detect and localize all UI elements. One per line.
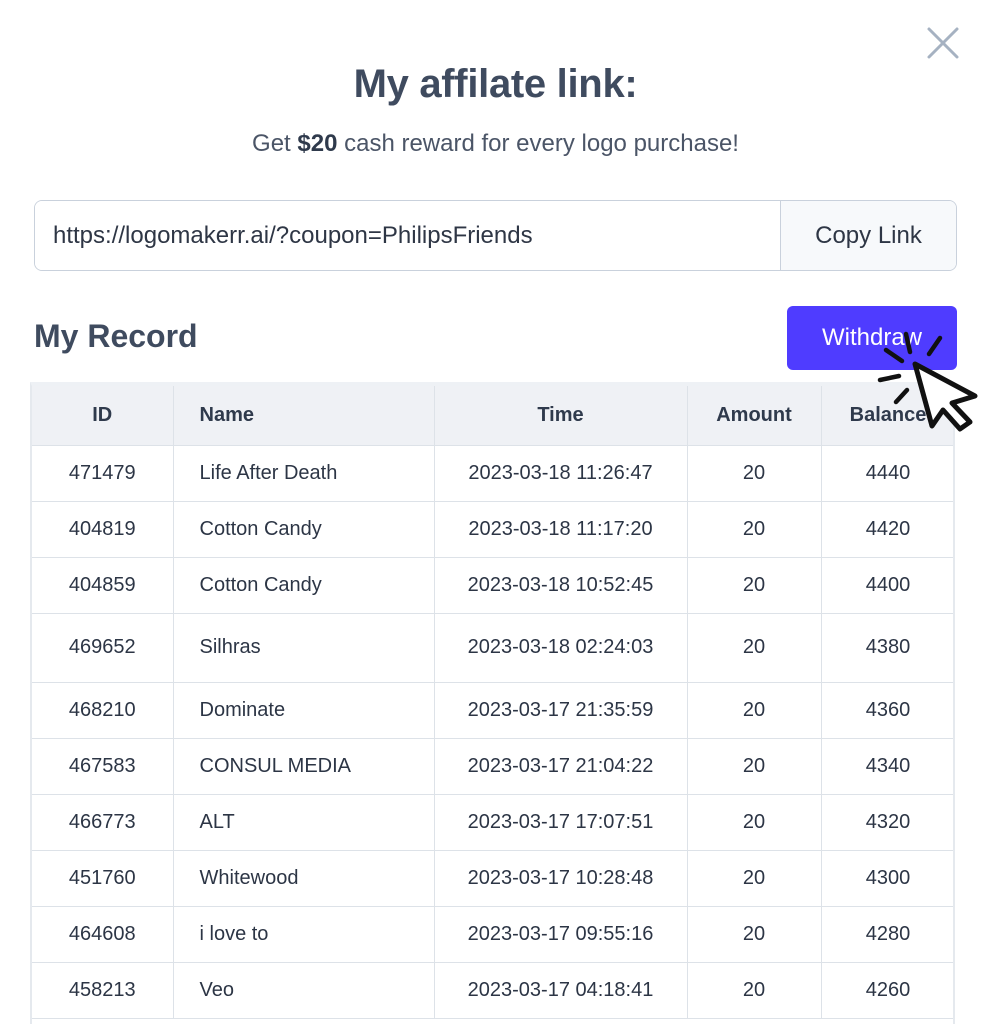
header-balance: Balance (821, 386, 953, 446)
cell-amount: 20 (687, 738, 822, 795)
cell-id: 467583 (32, 738, 174, 795)
cell-balance: 4380 (821, 613, 953, 683)
affiliate-link-input[interactable] (35, 201, 780, 270)
cell-time: 2023-03-17 10:28:48 (434, 850, 688, 907)
table-row: 466773 ALT 2023-03-17 17:07:51 20 4320 (32, 794, 953, 851)
cell-time: 2023-03-17 21:04:22 (434, 738, 688, 795)
cell-time: 2023-03-18 10:52:45 (434, 557, 688, 614)
records-table-container[interactable]: ID Name Time Amount Balance 471479 Life … (30, 382, 955, 1024)
cell-time: 2023-03-17 04:18:41 (434, 962, 688, 1019)
cell-amount: 20 (687, 794, 822, 851)
subtitle-prefix: Get (252, 130, 298, 157)
cell-id: 468210 (32, 682, 174, 739)
table-row: 404819 Cotton Candy 2023-03-18 11:17:20 … (32, 501, 953, 558)
cell-balance: 4340 (821, 738, 953, 795)
cell-id: 466773 (32, 794, 174, 851)
cell-name: Veo (173, 962, 435, 1019)
cell-id: 404859 (32, 557, 174, 614)
cell-name: CONSUL MEDIA (173, 738, 435, 795)
header-time: Time (434, 386, 688, 446)
cell-id: 469652 (32, 613, 174, 683)
cell-amount: 20 (687, 906, 822, 963)
table-row: 451760 Whitewood 2023-03-17 10:28:48 20 … (32, 850, 953, 907)
cell-name: Dominate (173, 682, 435, 739)
modal-title: My affilate link: (353, 62, 638, 106)
table-row: 469652 Silhras 2023-03-18 02:24:03 20 43… (32, 613, 953, 683)
subtitle-suffix: cash reward for every logo purchase! (337, 130, 739, 157)
cell-amount: 20 (687, 613, 822, 683)
table-row: 471479 Life After Death 2023-03-18 11:26… (32, 445, 953, 502)
cell-amount: 20 (687, 850, 822, 907)
cell-balance: 4420 (821, 501, 953, 558)
cell-amount: 20 (687, 501, 822, 558)
reward-amount: $20 (297, 130, 338, 157)
cell-balance: 4300 (821, 850, 953, 907)
cell-time: 2023-03-17 09:55:16 (434, 906, 688, 963)
close-icon (927, 27, 959, 59)
withdraw-button[interactable]: Withdraw (787, 306, 957, 370)
close-button[interactable] (924, 24, 962, 62)
cell-name: Cotton Candy (173, 557, 435, 614)
header-amount: Amount (687, 386, 822, 446)
cell-time: 2023-03-18 11:17:20 (434, 501, 688, 558)
affiliate-link-box: Copy Link (34, 200, 957, 271)
records-table: ID Name Time Amount Balance 471479 Life … (32, 386, 953, 1019)
table-row: 467583 CONSUL MEDIA 2023-03-17 21:04:22 … (32, 738, 953, 795)
cell-time: 2023-03-17 17:07:51 (434, 794, 688, 851)
cell-amount: 20 (687, 557, 822, 614)
cell-id: 458213 (32, 962, 174, 1019)
cell-id: 451760 (32, 850, 174, 907)
cell-balance: 4440 (821, 445, 953, 502)
cell-name: ALT (173, 794, 435, 851)
table-header-row: ID Name Time Amount Balance (32, 386, 953, 446)
cell-name: Life After Death (173, 445, 435, 502)
cell-balance: 4360 (821, 682, 953, 739)
copy-link-button[interactable]: Copy Link (780, 201, 956, 270)
cell-balance: 4320 (821, 794, 953, 851)
table-row: 458213 Veo 2023-03-17 04:18:41 20 4260 (32, 962, 953, 1019)
header-id: ID (32, 386, 174, 446)
cell-time: 2023-03-18 02:24:03 (434, 613, 688, 683)
cell-name: Cotton Candy (173, 501, 435, 558)
cell-id: 464608 (32, 906, 174, 963)
cell-balance: 4280 (821, 906, 953, 963)
cell-time: 2023-03-18 11:26:47 (434, 445, 688, 502)
cell-amount: 20 (687, 962, 822, 1019)
cell-name: Silhras (173, 613, 435, 683)
cell-name: Whitewood (173, 850, 435, 907)
cell-amount: 20 (687, 682, 822, 739)
modal-subtitle: Get $20 cash reward for every logo purch… (0, 130, 991, 158)
cell-time: 2023-03-17 21:35:59 (434, 682, 688, 739)
header-name: Name (173, 386, 435, 446)
table-row: 464608 i love to 2023-03-17 09:55:16 20 … (32, 906, 953, 963)
record-title: My Record (34, 318, 198, 354)
cell-name: i love to (173, 906, 435, 963)
cell-amount: 20 (687, 445, 822, 502)
cell-balance: 4400 (821, 557, 953, 614)
table-row: 468210 Dominate 2023-03-17 21:35:59 20 4… (32, 682, 953, 739)
table-row: 404859 Cotton Candy 2023-03-18 10:52:45 … (32, 557, 953, 614)
cell-balance: 4260 (821, 962, 953, 1019)
cell-id: 471479 (32, 445, 174, 502)
cell-id: 404819 (32, 501, 174, 558)
